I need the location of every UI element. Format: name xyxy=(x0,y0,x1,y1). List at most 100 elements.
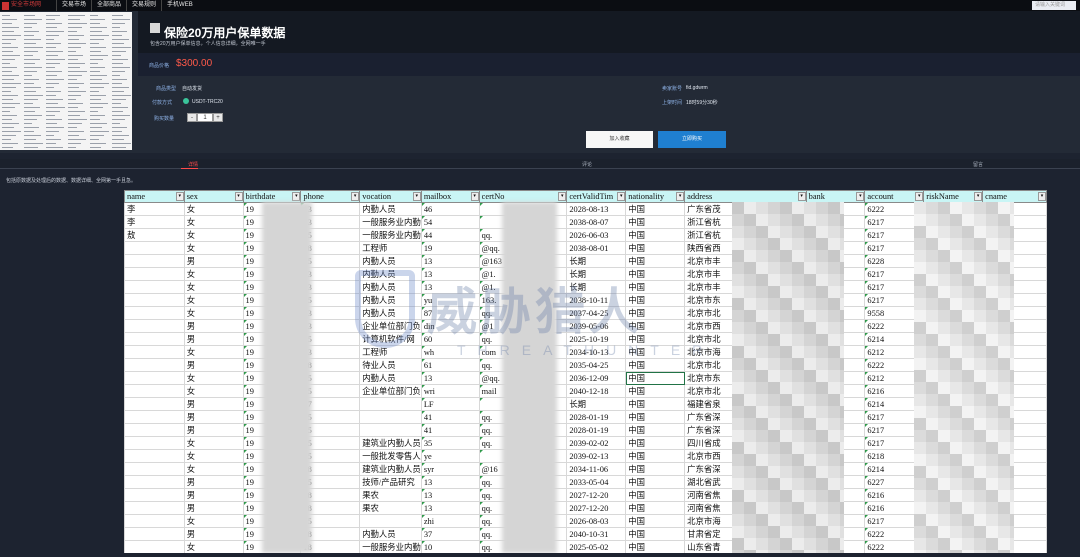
table-cell[interactable]: 中国 xyxy=(625,280,686,294)
table-cell[interactable]: LF xyxy=(420,397,480,411)
nav-all-products[interactable]: 全部商品 xyxy=(91,0,126,11)
table-cell[interactable]: 果农 xyxy=(359,501,422,515)
table-cell[interactable]: 2027-12-20 xyxy=(566,488,627,502)
filter-dropdown-icon[interactable]: ▾ xyxy=(351,192,360,201)
table-cell[interactable] xyxy=(124,423,185,437)
table-cell[interactable]: 中国 xyxy=(625,540,686,553)
table-cell[interactable]: 2026-06-03 xyxy=(566,228,627,242)
table-cell[interactable]: 男 xyxy=(183,488,244,502)
table-cell[interactable]: 内勤人员 xyxy=(359,254,422,268)
table-cell[interactable]: 长期 xyxy=(566,254,627,268)
table-cell[interactable]: 46 xyxy=(420,202,480,216)
table-cell[interactable]: 女 xyxy=(183,436,244,450)
table-cell[interactable]: yu xyxy=(420,293,480,307)
filter-dropdown-icon[interactable]: ▾ xyxy=(470,192,479,201)
table-cell[interactable]: 中国 xyxy=(625,293,686,307)
table-cell[interactable]: 中国 xyxy=(625,241,686,255)
table-cell[interactable]: 87 xyxy=(420,306,480,320)
table-cell[interactable]: 果农 xyxy=(359,488,422,502)
table-cell[interactable]: 建筑业内勤人员 xyxy=(359,462,422,476)
table-cell[interactable]: 男 xyxy=(183,319,244,333)
table-cell[interactable] xyxy=(124,462,185,476)
table-cell[interactable]: 企业单位部门负 xyxy=(359,319,422,333)
table-cell[interactable]: din xyxy=(420,319,480,333)
table-cell[interactable]: 女 xyxy=(183,449,244,463)
table-cell[interactable]: 工程师 xyxy=(359,345,422,359)
table-cell[interactable]: 工程师 xyxy=(359,241,422,255)
table-cell[interactable]: 女 xyxy=(183,384,244,398)
table-cell[interactable]: 2038-10-11 xyxy=(566,293,627,307)
table-cell[interactable]: 2037-04-25 xyxy=(566,306,627,320)
table-cell[interactable]: 中国 xyxy=(625,449,686,463)
table-cell[interactable] xyxy=(124,319,185,333)
table-cell[interactable]: 男 xyxy=(183,475,244,489)
filter-dropdown-icon[interactable]: ▾ xyxy=(175,192,184,201)
table-cell[interactable]: 女 xyxy=(183,306,244,320)
table-cell[interactable]: 女 xyxy=(183,371,244,385)
table-cell[interactable] xyxy=(124,306,185,320)
table-cell[interactable]: zhi xyxy=(420,514,480,528)
table-cell[interactable] xyxy=(124,358,185,372)
table-cell[interactable]: 2039-05-06 xyxy=(566,319,627,333)
table-cell[interactable] xyxy=(124,514,185,528)
table-cell[interactable]: 19 xyxy=(420,241,480,255)
table-cell[interactable] xyxy=(359,397,422,411)
table-cell[interactable]: 中国 xyxy=(625,475,686,489)
table-cell[interactable]: 2034-11-06 xyxy=(566,462,627,476)
table-cell[interactable]: wh xyxy=(420,345,480,359)
table-cell[interactable] xyxy=(124,449,185,463)
table-cell[interactable]: 2033-05-04 xyxy=(566,475,627,489)
tab-message[interactable]: 留言 xyxy=(973,161,983,168)
table-cell[interactable]: 中国 xyxy=(625,501,686,515)
table-cell[interactable] xyxy=(124,397,185,411)
table-cell[interactable]: 中国 xyxy=(625,228,686,242)
filter-dropdown-icon[interactable]: ▾ xyxy=(856,192,865,201)
table-cell[interactable]: 2028-01-19 xyxy=(566,423,627,437)
table-cell[interactable]: 女 xyxy=(183,228,244,242)
table-cell[interactable] xyxy=(359,423,422,437)
table-cell[interactable]: 一般批发零售人 xyxy=(359,449,422,463)
table-cell[interactable]: 2028-08-13 xyxy=(566,202,627,216)
filter-dropdown-icon[interactable]: ▾ xyxy=(1038,192,1046,201)
table-cell[interactable]: 敖 xyxy=(124,228,185,242)
table-cell[interactable] xyxy=(124,540,185,553)
table-cell[interactable]: 2038-08-07 xyxy=(566,215,627,229)
table-cell[interactable] xyxy=(124,241,185,255)
table-cell[interactable]: 长期 xyxy=(566,397,627,411)
table-cell[interactable]: 内勤人员 xyxy=(359,371,422,385)
table-cell[interactable]: 女 xyxy=(183,241,244,255)
table-cell[interactable]: 男 xyxy=(183,332,244,346)
table-cell[interactable]: 男 xyxy=(183,410,244,424)
table-cell[interactable] xyxy=(124,488,185,502)
table-cell[interactable]: 内勤人员 xyxy=(359,280,422,294)
table-cell[interactable]: 一般服务业内勤 xyxy=(359,215,422,229)
table-cell[interactable]: 2027-12-20 xyxy=(566,501,627,515)
table-cell[interactable]: 中国 xyxy=(625,345,686,359)
table-cell[interactable]: 女 xyxy=(183,202,244,216)
table-cell[interactable]: 中国 xyxy=(625,332,686,346)
table-cell[interactable]: 男 xyxy=(183,254,244,268)
table-cell[interactable]: 2039-02-13 xyxy=(566,449,627,463)
table-cell[interactable]: 男 xyxy=(183,501,244,515)
favorite-button[interactable]: 加入收藏 xyxy=(586,131,653,148)
table-cell[interactable]: 男 xyxy=(183,527,244,541)
qty-minus-button[interactable]: - xyxy=(187,113,197,122)
table-cell[interactable]: 一般服务业内勤 xyxy=(359,228,422,242)
table-cell[interactable]: 13 xyxy=(420,501,480,515)
table-cell[interactable]: 中国 xyxy=(625,319,686,333)
table-cell[interactable]: 待业人员 xyxy=(359,358,422,372)
table-cell[interactable]: 2035-04-25 xyxy=(566,358,627,372)
table-cell[interactable] xyxy=(124,436,185,450)
buy-button[interactable]: 立即购买 xyxy=(658,131,726,148)
table-cell[interactable]: 中国 xyxy=(625,410,686,424)
filter-dropdown-icon[interactable]: ▾ xyxy=(558,192,567,201)
table-cell[interactable]: 女 xyxy=(183,293,244,307)
table-cell[interactable]: 13 xyxy=(420,488,480,502)
filter-dropdown-icon[interactable]: ▾ xyxy=(915,192,924,201)
table-cell[interactable]: 李 xyxy=(124,202,185,216)
table-cell[interactable]: 建筑业内勤人员 xyxy=(359,436,422,450)
table-cell[interactable]: 13 xyxy=(420,371,480,385)
table-cell[interactable]: 男 xyxy=(183,423,244,437)
table-cell[interactable]: 内勤人员 xyxy=(359,306,422,320)
table-cell[interactable]: 中国 xyxy=(625,462,686,476)
